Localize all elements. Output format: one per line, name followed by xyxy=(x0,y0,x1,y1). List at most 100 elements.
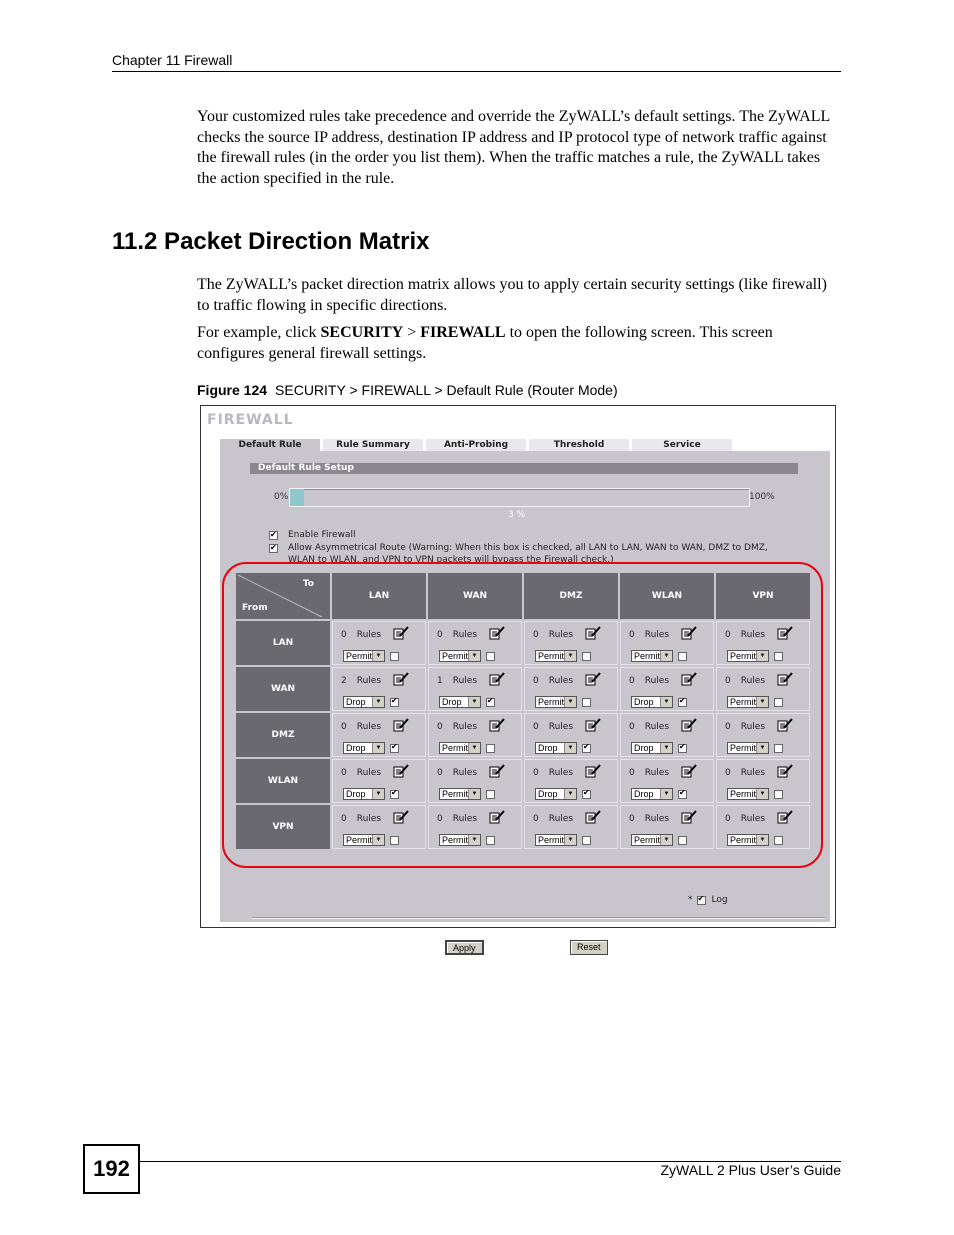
action-select[interactable]: Permit ▼ xyxy=(727,788,769,800)
action-select[interactable]: Permit ▼ xyxy=(439,788,481,800)
edit-rules-icon[interactable] xyxy=(777,626,793,640)
log-checkbox[interactable] xyxy=(486,790,495,799)
chevron-down-icon[interactable]: ▼ xyxy=(756,651,768,661)
chevron-down-icon[interactable]: ▼ xyxy=(564,697,576,707)
chevron-down-icon[interactable]: ▼ xyxy=(564,743,576,753)
chevron-down-icon[interactable]: ▼ xyxy=(564,651,576,661)
chevron-down-icon[interactable]: ▼ xyxy=(468,743,480,753)
chevron-down-icon[interactable]: ▼ xyxy=(660,651,672,661)
log-checkbox[interactable] xyxy=(486,744,495,753)
edit-rules-icon[interactable] xyxy=(585,764,601,778)
asymmetric-route-checkbox[interactable] xyxy=(269,542,278,554)
log-checkbox[interactable] xyxy=(582,788,591,799)
log-checkbox[interactable] xyxy=(774,836,783,845)
log-checkbox[interactable] xyxy=(582,836,591,845)
tab-default-rule[interactable]: Default Rule xyxy=(220,439,320,451)
edit-rules-icon[interactable] xyxy=(681,626,697,640)
edit-rules-icon[interactable] xyxy=(489,672,505,686)
action-select[interactable]: Permit ▼ xyxy=(439,742,481,754)
log-checkbox[interactable] xyxy=(486,652,495,661)
tab-anti-probing[interactable]: Anti-Probing xyxy=(426,439,526,451)
edit-rules-icon[interactable] xyxy=(681,718,697,732)
edit-rules-icon[interactable] xyxy=(681,810,697,824)
chevron-down-icon[interactable]: ▼ xyxy=(564,835,576,845)
log-checkbox[interactable] xyxy=(390,742,399,753)
action-select[interactable]: Permit ▼ xyxy=(439,650,481,662)
chevron-down-icon[interactable]: ▼ xyxy=(564,789,576,799)
action-select[interactable]: Drop ▼ xyxy=(439,696,481,708)
tab-rule-summary[interactable]: Rule Summary xyxy=(323,439,423,451)
edit-rules-icon[interactable] xyxy=(489,718,505,732)
action-select[interactable]: Drop ▼ xyxy=(343,696,385,708)
edit-rules-icon[interactable] xyxy=(489,626,505,640)
chevron-down-icon[interactable]: ▼ xyxy=(468,697,480,707)
chevron-down-icon[interactable]: ▼ xyxy=(756,697,768,707)
action-select[interactable]: Drop ▼ xyxy=(631,696,673,708)
log-checkbox[interactable] xyxy=(678,742,687,753)
log-checkbox[interactable] xyxy=(582,742,591,753)
tab-threshold[interactable]: Threshold xyxy=(529,439,629,451)
chevron-down-icon[interactable]: ▼ xyxy=(756,743,768,753)
edit-rules-icon[interactable] xyxy=(393,810,409,824)
action-select[interactable]: Permit ▼ xyxy=(535,834,577,846)
log-checkbox[interactable] xyxy=(582,652,591,661)
action-select[interactable]: Permit ▼ xyxy=(727,742,769,754)
edit-rules-icon[interactable] xyxy=(777,672,793,686)
action-select[interactable]: Permit ▼ xyxy=(727,834,769,846)
chevron-down-icon[interactable]: ▼ xyxy=(468,651,480,661)
edit-rules-icon[interactable] xyxy=(489,810,505,824)
edit-rules-icon[interactable] xyxy=(585,626,601,640)
action-select[interactable]: Permit ▼ xyxy=(631,834,673,846)
edit-rules-icon[interactable] xyxy=(585,672,601,686)
log-checkbox[interactable] xyxy=(678,836,687,845)
log-checkbox[interactable] xyxy=(390,696,399,707)
chevron-down-icon[interactable]: ▼ xyxy=(372,789,384,799)
action-select[interactable]: Drop ▼ xyxy=(343,742,385,754)
edit-rules-icon[interactable] xyxy=(681,764,697,778)
chevron-down-icon[interactable]: ▼ xyxy=(660,697,672,707)
action-select[interactable]: Permit ▼ xyxy=(727,650,769,662)
edit-rules-icon[interactable] xyxy=(393,626,409,640)
action-select[interactable]: Permit ▼ xyxy=(631,650,673,662)
action-select[interactable]: Permit ▼ xyxy=(343,834,385,846)
chevron-down-icon[interactable]: ▼ xyxy=(372,743,384,753)
log-checkbox[interactable] xyxy=(774,744,783,753)
log-checkbox[interactable] xyxy=(774,698,783,707)
action-select[interactable]: Permit ▼ xyxy=(535,650,577,662)
log-checkbox[interactable] xyxy=(390,836,399,845)
chevron-down-icon[interactable]: ▼ xyxy=(660,835,672,845)
action-select[interactable]: Drop ▼ xyxy=(343,788,385,800)
edit-rules-icon[interactable] xyxy=(393,718,409,732)
edit-rules-icon[interactable] xyxy=(681,672,697,686)
chevron-down-icon[interactable]: ▼ xyxy=(660,789,672,799)
log-checkbox[interactable] xyxy=(390,788,399,799)
chevron-down-icon[interactable]: ▼ xyxy=(468,835,480,845)
action-select[interactable]: Drop ▼ xyxy=(535,742,577,754)
action-select[interactable]: Drop ▼ xyxy=(535,788,577,800)
log-checkbox[interactable] xyxy=(390,652,399,661)
apply-button[interactable]: Apply xyxy=(445,940,484,955)
action-select[interactable]: Drop ▼ xyxy=(631,788,673,800)
edit-rules-icon[interactable] xyxy=(489,764,505,778)
action-select[interactable]: Drop ▼ xyxy=(631,742,673,754)
log-checkbox[interactable] xyxy=(486,696,495,707)
enable-firewall-checkbox[interactable] xyxy=(269,529,278,541)
reset-button[interactable]: Reset xyxy=(570,940,608,955)
action-select[interactable]: Permit ▼ xyxy=(727,696,769,708)
log-checkbox[interactable] xyxy=(582,698,591,707)
chevron-down-icon[interactable]: ▼ xyxy=(372,835,384,845)
chevron-down-icon[interactable]: ▼ xyxy=(756,789,768,799)
edit-rules-icon[interactable] xyxy=(585,718,601,732)
action-select[interactable]: Permit ▼ xyxy=(343,650,385,662)
edit-rules-icon[interactable] xyxy=(777,764,793,778)
tab-service[interactable]: Service xyxy=(632,439,732,451)
chevron-down-icon[interactable]: ▼ xyxy=(660,743,672,753)
edit-rules-icon[interactable] xyxy=(393,672,409,686)
action-select[interactable]: Permit ▼ xyxy=(439,834,481,846)
edit-rules-icon[interactable] xyxy=(777,810,793,824)
edit-rules-icon[interactable] xyxy=(585,810,601,824)
log-checkbox[interactable] xyxy=(678,788,687,799)
log-checkbox[interactable] xyxy=(678,696,687,707)
log-checkbox[interactable] xyxy=(774,790,783,799)
chevron-down-icon[interactable]: ▼ xyxy=(372,697,384,707)
